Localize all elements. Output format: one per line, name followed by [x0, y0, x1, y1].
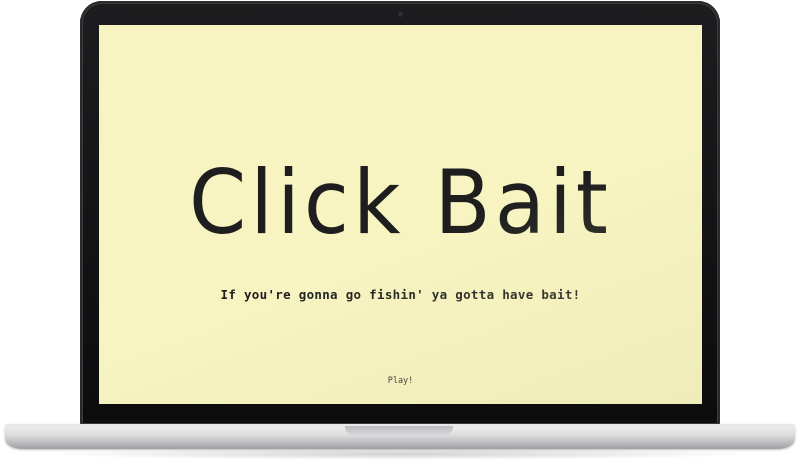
- webcam-icon: [397, 12, 403, 17]
- laptop-shadow: [40, 448, 760, 460]
- laptop-opening-notch: [345, 426, 453, 435]
- play-button[interactable]: Play!: [388, 376, 414, 386]
- game-title: Click Bait: [189, 152, 612, 255]
- laptop-mockup: Click Bait If you're gonna go fishin' ya…: [0, 0, 800, 463]
- play-link-container: Play!: [99, 376, 702, 386]
- game-screen: Click Bait If you're gonna go fishin' ya…: [99, 25, 702, 404]
- game-tagline: If you're gonna go fishin' ya gotta have…: [220, 287, 581, 302]
